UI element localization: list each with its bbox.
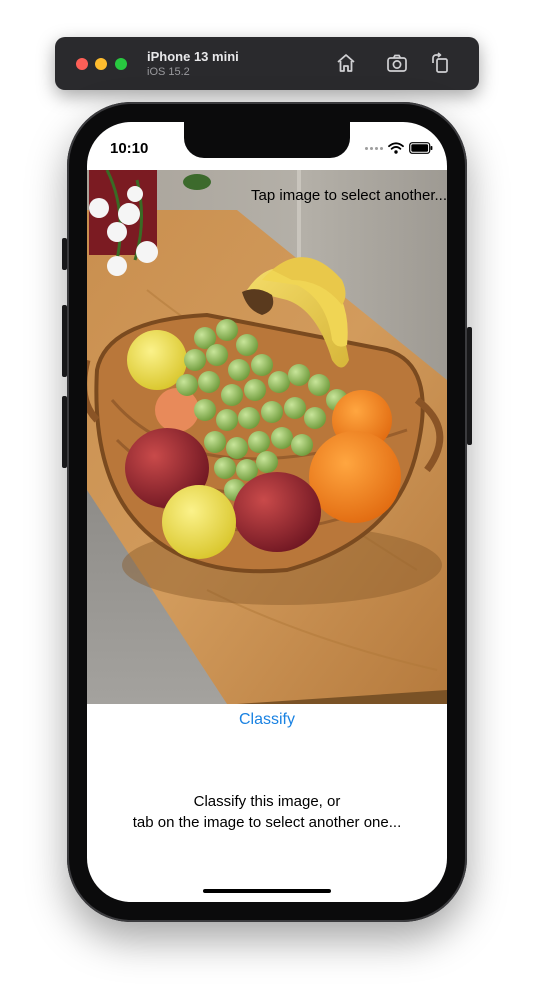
simulator-title-bar: iPhone 13 mini iOS 15.2 [55, 37, 479, 90]
status-time: 10:10 [110, 140, 149, 157]
zoom-window-button[interactable] [115, 58, 127, 70]
notch [184, 122, 350, 158]
power-button [467, 327, 472, 445]
close-window-button[interactable] [76, 58, 88, 70]
battery-icon [409, 142, 433, 154]
home-button[interactable] [334, 51, 358, 75]
rotate-button[interactable] [429, 51, 453, 75]
classify-button[interactable]: Classify [87, 711, 447, 729]
wifi-icon [388, 142, 404, 154]
phone-screen: Tap image to select another... Classify … [87, 122, 447, 902]
instruction-text: Classify this image, or tab on the image… [87, 791, 447, 833]
home-indicator[interactable] [203, 889, 331, 893]
signal-dots-icon [365, 146, 383, 150]
image-hint-label: Tap image to select another... [251, 187, 447, 204]
simulator-root: iPhone 13 mini iOS 15.2 Tap image to sel… [0, 0, 534, 998]
os-version: iOS 15.2 [147, 66, 190, 78]
fruit-basket-photo [87, 170, 447, 704]
fruit-image[interactable]: Tap image to select another... [87, 170, 447, 704]
status-icons [365, 142, 433, 154]
screenshot-button[interactable] [385, 51, 409, 75]
device-name: iPhone 13 mini [147, 49, 239, 64]
minimize-window-button[interactable] [95, 58, 107, 70]
rotate-icon [432, 52, 448, 73]
instruction-line-1: Classify this image, or [193, 793, 341, 810]
home-icon [337, 54, 355, 72]
instruction-line-2: tab on the image to select another one..… [132, 814, 402, 831]
camera-icon [387, 54, 407, 72]
